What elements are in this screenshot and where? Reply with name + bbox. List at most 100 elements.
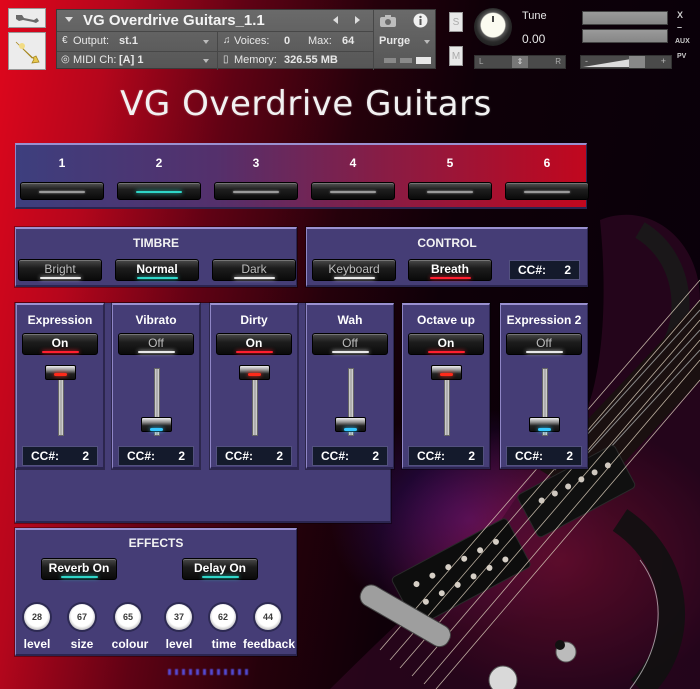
button-indicator [39,277,81,279]
cc-value: 2 [468,449,475,463]
midi-channel-selector[interactable]: ◎ MIDI Ch: [A] 1 [57,51,217,70]
max-voices-value[interactable]: 64 [342,35,354,47]
preset-label-6: 6 [543,156,551,170]
cc-value: 2 [566,449,573,463]
module-fader-handle[interactable] [431,365,462,380]
cc-value: 2 [372,449,379,463]
timbre-dark-button[interactable]: Dark [212,259,296,281]
button-indicator [137,351,175,353]
module-cc-field[interactable]: CC#: 2 [312,446,388,466]
cc-value: 2 [82,449,89,463]
module-toggle-button[interactable]: On [22,333,98,355]
reverb-level-knob[interactable]: 28 [24,604,50,630]
preset-indicator [524,191,570,193]
tune-label: Tune [522,10,547,22]
preset-button-6[interactable] [505,182,589,200]
cc-label: CC#: [515,449,544,463]
purge-menu[interactable]: Purge [374,32,436,51]
reverb-size-knob[interactable]: 67 [69,604,95,630]
reverb-colour-knob[interactable]: 65 [115,604,141,630]
module-cc-field[interactable]: CC#: 2 [118,446,194,466]
tune-knob-indicator [492,16,494,22]
pv-button[interactable]: PV [677,53,686,60]
volume-minus-label: - [585,56,588,66]
control-breath-button[interactable]: Breath [408,259,492,281]
module-fader-handle[interactable] [335,417,366,432]
minimize-button[interactable]: – [677,22,682,32]
button-indicator [233,277,275,279]
cc-label: CC#: [518,263,547,277]
delay-feedback-knob[interactable]: 44 [255,604,281,630]
module-toggle-button[interactable]: Off [118,333,194,355]
instrument-header: VG Overdrive Guitars_1.1 € Output: st.1 … [56,9,436,70]
module-fader-handle[interactable] [45,365,76,380]
memory-label: Memory: [234,54,277,66]
timbre-bright-button[interactable]: Bright [18,259,102,281]
view-toggle-1[interactable] [384,58,396,63]
activity-led-strip [168,669,248,675]
preset-button-1[interactable] [20,182,104,200]
module-cc-field[interactable]: CC#: 2 [216,446,292,466]
purge-label: Purge [379,35,411,47]
control-breath-label: Breath [430,262,469,276]
module-fader-handle[interactable] [529,417,560,432]
instrument-icon-button[interactable] [8,32,46,70]
module-toggle-button[interactable]: On [216,333,292,355]
cc-label: CC#: [321,449,350,463]
preset-label-3: 3 [252,156,260,170]
view-toggle-3[interactable] [416,57,431,64]
control-cc-field[interactable]: CC#: 2 [509,260,580,280]
module-title: Dirty [240,313,268,327]
previous-instrument-icon[interactable] [333,16,338,24]
preset-button-3[interactable] [214,182,298,200]
instrument-name[interactable]: VG Overdrive Guitars_1.1 [83,12,265,29]
camera-icon[interactable] [379,14,397,28]
module-cc-field[interactable]: CC#: 2 [22,446,98,466]
preset-panel: 1 2 3 4 5 6 [15,143,589,209]
module-toggle-state: On [51,336,69,350]
timbre-normal-button[interactable]: Normal [115,259,199,281]
next-instrument-icon[interactable] [355,16,360,24]
module-cc-field[interactable]: CC#: 2 [506,446,582,466]
pan-slider-handle[interactable]: ⇕ [512,56,528,68]
solo-button[interactable]: S [449,12,463,32]
chevron-down-icon [203,40,209,44]
preset-indicator [330,191,376,193]
tune-knob[interactable] [474,8,512,46]
aux-button[interactable]: AUX [675,38,690,45]
delay-toggle-button[interactable]: Delay On [182,558,258,580]
preset-button-4[interactable] [311,182,395,200]
chevron-down-icon [203,59,209,63]
module-toggle-state: Off [148,336,164,350]
fader-led [248,373,261,376]
module-fader-handle[interactable] [141,417,172,432]
control-keyboard-button[interactable]: Keyboard [312,259,396,281]
module-toggle-button[interactable]: Off [312,333,388,355]
preset-button-2[interactable] [117,182,201,200]
mute-button[interactable]: M [449,46,463,66]
view-toggle-2[interactable] [400,58,412,63]
module-toggle-button[interactable]: Off [506,333,582,355]
voices-display: ♫ Voices: 0 Max: 64 [218,32,373,51]
volume-slider[interactable]: - + [580,55,672,69]
pan-slider[interactable]: L ⇕ R [474,55,566,69]
volume-slider-handle[interactable] [629,56,645,68]
collapse-caret-icon[interactable] [65,17,73,22]
memory-display: ▯ Memory: 326.55 MB [218,51,373,70]
module-fader-handle[interactable] [239,365,270,380]
timbre-panel: TIMBRE Bright Normal Dark [15,227,297,287]
info-icon[interactable] [413,13,428,28]
memory-icon: ▯ [223,54,229,65]
button-indicator [136,277,178,279]
reverb-toggle-button[interactable]: Reverb On [41,558,117,580]
module-cc-field[interactable]: CC#: 2 [408,446,484,466]
delay-level-knob[interactable]: 37 [166,604,192,630]
max-voices-label: Max: [308,35,332,47]
output-selector[interactable]: € Output: st.1 [57,32,217,51]
preset-button-5[interactable] [408,182,492,200]
delay-time-knob[interactable]: 62 [210,604,236,630]
button-indicator [331,351,369,353]
module-toggle-button[interactable]: On [408,333,484,355]
tool-button[interactable] [8,8,46,28]
close-button[interactable]: X [677,10,683,20]
